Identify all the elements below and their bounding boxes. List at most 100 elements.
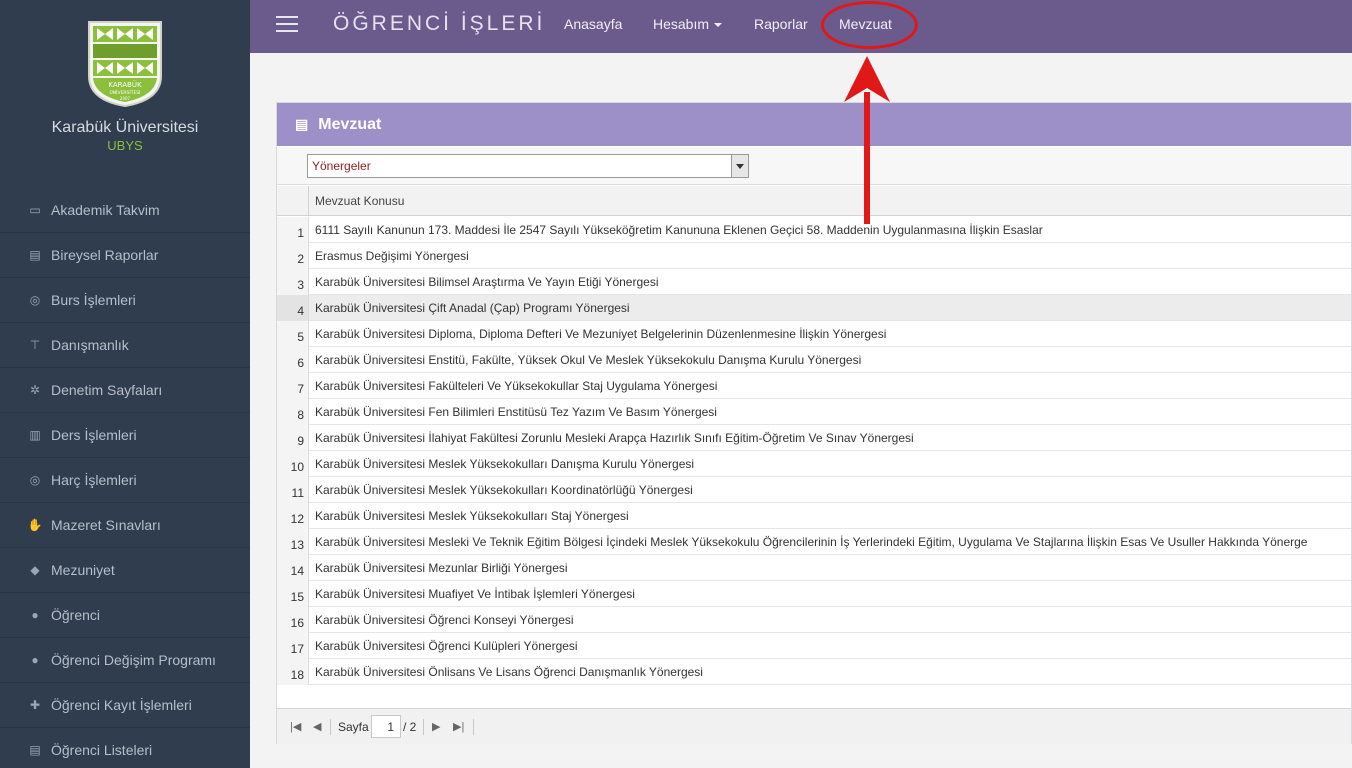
table-row[interactable]: 9 Karabük Üniversitesi İlahiyat Fakültesi… xyxy=(277,425,1351,451)
next-page-icon[interactable]: ▶ xyxy=(432,720,440,733)
table-row[interactable]: 6 Karabük Üniversitesi Enstitü, Fakülte, … xyxy=(277,347,1351,373)
sidebar-item-ogrenci-degisim-programi[interactable]: ● Öğrenci Değişim Programı xyxy=(0,638,250,683)
pager-separator xyxy=(330,719,331,735)
sidebar-item-bireysel-raporlar[interactable]: ▤ Bireysel Raporlar xyxy=(0,233,250,278)
gear-icon: ✲ xyxy=(29,383,41,397)
coin-icon: ◎ xyxy=(29,293,41,307)
row-number: 2 xyxy=(277,243,309,269)
logo-container: KARABÜK ÜNİVERSİTESİ 2007 xyxy=(0,18,250,108)
row-text[interactable]: Karabük Üniversitesi Çift Anadal (Çap) P… xyxy=(315,301,630,315)
sidebar-item-label: Öğrenci Listeleri xyxy=(51,742,153,758)
pager-separator xyxy=(423,719,424,735)
users-icon: ● xyxy=(31,608,39,622)
row-text[interactable]: Karabük Üniversitesi Bilimsel Araştırma … xyxy=(315,275,659,289)
university-logo: KARABÜK ÜNİVERSİTESİ 2007 xyxy=(88,21,162,108)
row-text[interactable]: Karabük Üniversitesi Önlisans Ve Lisans … xyxy=(315,665,703,679)
sidebar-menu: ▭ Akademik Takvim ▤ Bireysel Raporlar ◎ Bur… xyxy=(0,188,250,768)
table-row[interactable]: 11 Karabük Üniversitesi Meslek Yüksekokul… xyxy=(277,477,1351,503)
mevzuat-type-select[interactable]: Yönergeler xyxy=(307,154,749,178)
top-navbar: ÖĞRENCİ İŞLERİ Anasayfa Hesabım Raporlar… xyxy=(250,0,1352,53)
row-text[interactable]: Karabük Üniversitesi Öğrenci Kulüpleri Y… xyxy=(315,639,578,653)
table-row[interactable]: 17 Karabük Üniversitesi Öğrenci Kulüpleri… xyxy=(277,633,1351,659)
sidebar-item-burs-islemleri[interactable]: ◎ Burs İşlemleri xyxy=(0,278,250,323)
hamburger-menu-icon[interactable] xyxy=(276,16,298,34)
row-number: 8 xyxy=(277,399,309,425)
sidebar-item-ders-islemleri[interactable]: ▥ Ders İşlemleri xyxy=(0,413,250,458)
sidebar-item-akademik-takvim[interactable]: ▭ Akademik Takvim xyxy=(0,188,250,233)
table-row[interactable]: 1 6111 Sayılı Kanunun 173. Maddesi İle 25… xyxy=(277,217,1351,243)
table-row[interactable]: 18 Karabük Üniversitesi Önlisans Ve Lisan… xyxy=(277,659,1351,685)
mevzuat-panel: ▤ Mevzuat Yönergeler Mevzuat Konusu 1 611… xyxy=(276,102,1352,744)
sidebar-item-label: Öğrenci Kayıt İşlemleri xyxy=(51,697,192,713)
row-number-header xyxy=(277,186,309,216)
row-text[interactable]: Karabük Üniversitesi Fen Bilimleri Ensti… xyxy=(315,405,717,419)
row-number: 6 xyxy=(277,347,309,373)
row-number: 14 xyxy=(277,555,309,581)
nav-hesabim-label: Hesabım xyxy=(653,16,710,32)
report-icon: ▤ xyxy=(29,248,41,262)
table-row[interactable]: 15 Karabük Üniversitesi Muafiyet Ve İntib… xyxy=(277,581,1351,607)
nav-hesabim[interactable]: Hesabım xyxy=(653,16,723,32)
table-row[interactable]: 12 Karabük Üniversitesi Meslek Yüksekokul… xyxy=(277,503,1351,529)
sidebar-item-mazeret-sinavlari[interactable]: ✋ Mazeret Sınavları xyxy=(0,503,250,548)
table-row[interactable]: 16 Karabük Üniversitesi Öğrenci Konseyi Y… xyxy=(277,607,1351,633)
row-text[interactable]: Karabük Üniversitesi Meslek Yüksekokulla… xyxy=(315,457,694,471)
table-row[interactable]: 3 Karabük Üniversitesi Bilimsel Araştırma… xyxy=(277,269,1351,295)
row-text[interactable]: Karabük Üniversitesi İlahiyat Fakültesi … xyxy=(315,431,914,445)
sidebar-item-label: Ders İşlemleri xyxy=(51,427,137,443)
column-header-mevzuat-konusu[interactable]: Mevzuat Konusu xyxy=(315,194,404,208)
sidebar-item-label: Burs İşlemleri xyxy=(51,292,136,308)
row-number: 3 xyxy=(277,269,309,295)
sidebar-item-label: Mazeret Sınavları xyxy=(51,517,161,533)
sidebar-item-harc-islemleri[interactable]: ◎ Harç İşlemleri xyxy=(0,458,250,503)
row-text[interactable]: Karabük Üniversitesi Enstitü, Fakülte, Y… xyxy=(315,353,861,367)
table-row[interactable]: 14 Karabük Üniversitesi Mezunlar Birliği … xyxy=(277,555,1351,581)
nav-anasayfa[interactable]: Anasayfa xyxy=(564,16,622,32)
pager: |◀ ◀ Sayfa 1 / 2 ▶ ▶| xyxy=(277,708,1351,744)
annotation-arrow xyxy=(844,56,890,224)
row-number: 12 xyxy=(277,503,309,529)
chevron-down-icon xyxy=(714,23,723,28)
row-number: 10 xyxy=(277,451,309,477)
table-row[interactable]: 13 Karabük Üniversitesi Mesleki Ve Teknik… xyxy=(277,529,1351,555)
page-total: / 2 xyxy=(403,720,417,734)
sidebar-item-denetim-sayfalari[interactable]: ✲ Denetim Sayfaları xyxy=(0,368,250,413)
sidebar-item-ogrenci-listeleri[interactable]: ▤ Öğrenci Listeleri xyxy=(0,728,250,768)
row-number: 4 xyxy=(277,295,309,321)
first-page-icon[interactable]: |◀ xyxy=(290,720,301,733)
table-row[interactable]: 10 Karabük Üniversitesi Meslek Yüksekokul… xyxy=(277,451,1351,477)
row-text[interactable]: Karabük Üniversitesi Fakülteleri Ve Yüks… xyxy=(315,379,717,393)
university-name: Karabük Üniversitesi xyxy=(51,119,199,136)
row-text[interactable]: Karabük Üniversitesi Öğrenci Konseyi Yön… xyxy=(315,613,574,627)
table-row[interactable]: 4 Karabük Üniversitesi Çift Anadal (Çap) … xyxy=(277,295,1351,321)
last-page-icon[interactable]: ▶| xyxy=(453,720,464,733)
sidebar-item-label: Akademik Takvim xyxy=(51,202,160,218)
row-text[interactable]: Karabük Üniversitesi Meslek Yüksekokulla… xyxy=(315,483,693,497)
row-text[interactable]: Karabük Üniversitesi Diploma, Diploma De… xyxy=(315,327,886,341)
table-row[interactable]: 8 Karabük Üniversitesi Fen Bilimleri Enst… xyxy=(277,399,1351,425)
sidebar-item-ogrenci-kayit-islemleri[interactable]: ✚ Öğrenci Kayıt İşlemleri xyxy=(0,683,250,728)
row-text[interactable]: 6111 Sayılı Kanunun 173. Maddesi İle 254… xyxy=(315,223,1043,237)
row-text[interactable]: Karabük Üniversitesi Mezunlar Birliği Yö… xyxy=(315,561,568,575)
table-row[interactable]: 7 Karabük Üniversitesi Fakülteleri Ve Yük… xyxy=(277,373,1351,399)
book-icon: ▥ xyxy=(29,428,41,442)
dropdown-arrow-icon[interactable] xyxy=(731,155,748,177)
page-number-input[interactable]: 1 xyxy=(371,715,401,738)
row-text[interactable]: Erasmus Değişimi Yönergesi xyxy=(315,249,469,263)
table-row[interactable]: 5 Karabük Üniversitesi Diploma, Diploma D… xyxy=(277,321,1351,347)
sidebar-item-label: Denetim Sayfaları xyxy=(51,382,163,398)
sidebar: KARABÜK ÜNİVERSİTESİ 2007 Karabük Üniver… xyxy=(0,0,250,768)
sidebar-item-ogrenci[interactable]: ● Öğrenci xyxy=(0,593,250,638)
logo-year: 2007 xyxy=(120,96,131,101)
row-text[interactable]: Karabük Üniversitesi Meslek Yüksekokulla… xyxy=(315,509,629,523)
row-number: 13 xyxy=(277,529,309,555)
nav-raporlar[interactable]: Raporlar xyxy=(754,16,808,32)
row-text[interactable]: Karabük Üniversitesi Muafiyet Ve İntibak… xyxy=(315,587,635,601)
sidebar-item-mezuniyet[interactable]: ◆ Mezuniyet xyxy=(0,548,250,593)
prev-page-icon[interactable]: ◀ xyxy=(313,720,321,733)
system-name: UBYS xyxy=(107,138,143,153)
row-text[interactable]: Karabük Üniversitesi Mesleki Ve Teknik E… xyxy=(315,535,1307,549)
row-number: 16 xyxy=(277,607,309,633)
sidebar-item-danismanlik[interactable]: ⊤ Danışmanlık xyxy=(0,323,250,368)
table-row[interactable]: 2 Erasmus Değişimi Yönergesi xyxy=(277,243,1351,269)
